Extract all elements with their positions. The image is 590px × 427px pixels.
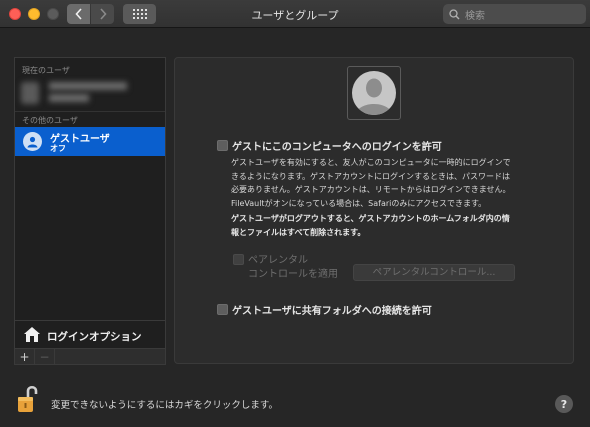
guest-avatar-icon: [23, 132, 42, 151]
house-icon: [24, 327, 40, 342]
parental-controls-checkbox[interactable]: [233, 254, 244, 265]
parental-controls-button[interactable]: ペアレンタルコントロール...: [353, 264, 515, 281]
divider: [15, 111, 165, 112]
parental-label-line2: コントロールを適用: [248, 269, 338, 280]
allow-guest-login-label: ゲストにこのコンピュータへのログインを許可: [232, 142, 442, 153]
title-bar: ユーザとグループ 検索: [0, 0, 590, 28]
add-user-button[interactable]: +: [15, 349, 35, 364]
redacted-user-role: [49, 94, 89, 102]
current-users-header: 現在のユーザ: [22, 66, 70, 75]
lock-hint-text: 変更できないようにするにはカギをクリックします。: [51, 400, 278, 411]
help-button[interactable]: ?: [555, 395, 573, 413]
lock-icon[interactable]: [17, 384, 39, 414]
redacted-user-name: [49, 82, 127, 90]
search-placeholder: 検索: [465, 10, 485, 22]
person-silhouette-icon: [352, 71, 396, 115]
description-line: 必要ありません。ゲストアカウントは、リモートからはログインできません。: [231, 185, 511, 194]
login-options-item[interactable]: ログインオプション: [15, 320, 165, 348]
search-icon: [449, 8, 460, 19]
allow-shared-folders-checkbox[interactable]: [217, 304, 228, 315]
guest-description: ゲストユーザを有効にすると、友人がこのコンピュータに一時的にログインで きるよう…: [231, 156, 567, 210]
parental-label-line1: ペアレンタル: [248, 255, 308, 266]
user-list-sidebar: 現在のユーザ その他のユーザ ゲストユーザ オフ ログインオプション + −: [14, 57, 166, 365]
guest-user-status: オフ: [50, 144, 66, 153]
user-picture[interactable]: [347, 66, 401, 120]
avatar: [21, 82, 39, 104]
search-field[interactable]: 検索: [443, 4, 586, 24]
other-users-header: その他のユーザ: [22, 116, 78, 125]
sidebar-item-guest-user[interactable]: ゲストユーザ オフ: [15, 127, 165, 156]
guest-settings-panel: ゲストにこのコンピュータへのログインを許可 ゲストユーザを有効にすると、友人がこ…: [174, 57, 574, 364]
sidebar-footer: + −: [15, 348, 165, 364]
description-line: きるようになります。ゲストアカウントにログインするときは、パスワードは: [231, 171, 511, 181]
guest-warning: ゲストユーザがログアウトすると、ゲストアカウントのホームフォルダ内の情 報とファ…: [231, 212, 567, 239]
login-options-label: ログインオプション: [47, 331, 142, 343]
allow-guest-login-checkbox[interactable]: [217, 140, 228, 151]
warning-line: 報とファイルはすべて削除されます。: [231, 227, 366, 237]
description-line: FileVaultがオンになっている場合は、Safariのみにアクセスできます。: [231, 198, 487, 208]
warning-line: ゲストユーザがログアウトすると、ゲストアカウントのホームフォルダ内の情: [231, 214, 510, 223]
users-and-groups-window: ユーザとグループ 検索 現在のユーザ その他のユーザ ゲストユーザ オフ ログイ…: [0, 0, 590, 427]
remove-user-button[interactable]: −: [35, 349, 55, 364]
description-line: ゲストユーザを有効にすると、友人がこのコンピュータに一時的にログインで: [231, 158, 511, 167]
allow-shared-folders-label: ゲストユーザに共有フォルダへの接続を許可: [232, 306, 432, 317]
current-user-row[interactable]: [21, 78, 159, 106]
